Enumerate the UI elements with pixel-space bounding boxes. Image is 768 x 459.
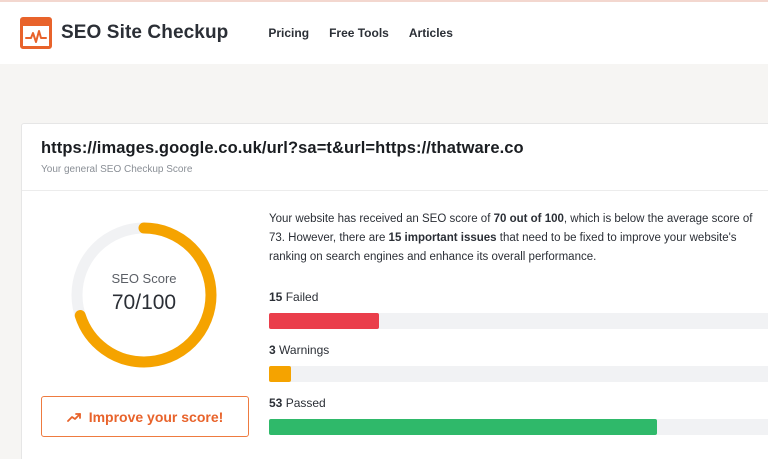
nav-articles[interactable]: Articles — [409, 26, 453, 40]
stat-passed-text: Passed — [285, 396, 326, 410]
gauge-label: SEO Score — [111, 271, 177, 286]
desc-score-bold: 70 out of 100 — [493, 213, 564, 225]
desc-issues-bold: 15 important issues — [388, 232, 497, 244]
score-description: Your website has received an SEO score o… — [269, 210, 768, 267]
stat-failed-bar — [269, 313, 379, 329]
nav-free-tools[interactable]: Free Tools — [329, 26, 389, 40]
checked-url: https://images.google.co.uk/url?sa=t&url… — [41, 139, 524, 157]
stat-failed-count: 15 — [269, 290, 283, 304]
stat-warnings-bar — [269, 366, 291, 382]
stat-failed-track — [269, 313, 768, 329]
stat-warnings-text: Warnings — [279, 343, 330, 357]
stat-failed-label: 15 Failed — [269, 290, 768, 304]
site-header: SEO Site Checkup Pricing Free Tools Arti… — [0, 2, 768, 64]
improve-score-button[interactable]: Improve your score! — [41, 396, 249, 437]
stat-failed: 15 Failed — [269, 290, 768, 329]
stat-warnings-count: 3 — [269, 343, 276, 357]
report-header: https://images.google.co.uk/url?sa=t&url… — [22, 124, 768, 191]
stat-passed-count: 53 — [269, 396, 283, 410]
trending-up-icon — [66, 412, 81, 422]
main-nav: Pricing Free Tools Articles — [268, 26, 473, 40]
stat-passed: 53 Passed — [269, 396, 768, 435]
stat-passed-bar — [269, 419, 658, 435]
stat-failed-text: Failed — [285, 290, 319, 304]
stat-passed-track — [269, 419, 768, 435]
report-subtitle: Your general SEO Checkup Score — [41, 164, 193, 175]
stat-warnings: 3 Warnings — [269, 343, 768, 382]
pulse-monitor-icon — [20, 17, 52, 49]
desc-text-1: Your website has received an SEO score o… — [269, 213, 494, 225]
improve-score-label: Improve your score! — [88, 408, 224, 425]
nav-pricing[interactable]: Pricing — [268, 26, 309, 40]
stat-warnings-label: 3 Warnings — [269, 343, 768, 357]
stat-passed-label: 53 Passed — [269, 396, 768, 410]
brand-name: SEO Site Checkup — [61, 22, 229, 43]
seo-report-card: https://images.google.co.uk/url?sa=t&url… — [21, 123, 768, 459]
brand-logo[interactable]: SEO Site Checkup — [20, 17, 228, 49]
seo-score-gauge: SEO Score 70/100 — [68, 219, 220, 371]
stat-warnings-track — [269, 366, 768, 382]
gauge-value: 70/100 — [111, 291, 177, 314]
